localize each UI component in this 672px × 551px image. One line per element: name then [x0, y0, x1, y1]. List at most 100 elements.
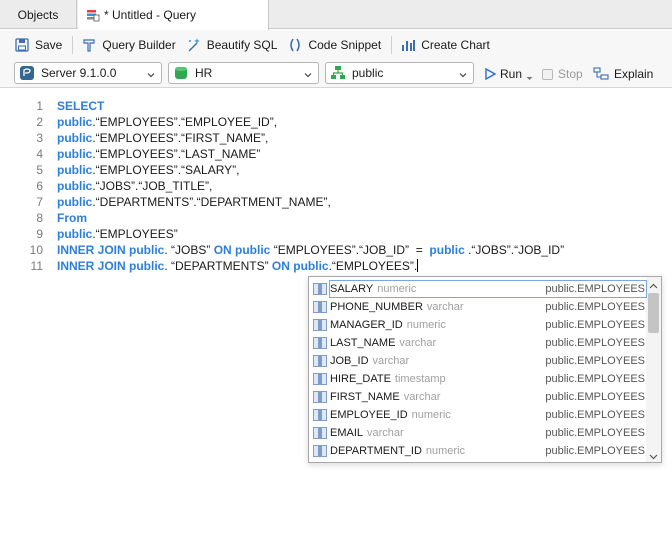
column-table: public.EMPLOYEES — [545, 337, 645, 349]
column-type: varchar — [403, 391, 441, 403]
sql-text: .“EMPLOYEES”.“EMPLOYEE_ID”, — [92, 115, 278, 129]
code-text: public.“EMPLOYEES”.“FIRST_NAME”, — [57, 131, 268, 145]
code-text: public.“JOBS”.“JOB_TITLE”, — [57, 179, 212, 193]
run-button[interactable]: Run — [484, 63, 533, 85]
parentheses-icon — [287, 37, 303, 53]
sql-text: .“EMPLOYEES”.“SALARY”, — [92, 163, 240, 177]
column-name-text: FIRST_NAME — [330, 391, 400, 403]
database-select[interactable]: HR — [168, 62, 319, 84]
autocomplete-scrollbar[interactable] — [646, 277, 661, 462]
column-name-text: JOB_ID — [330, 355, 369, 367]
create-chart-button[interactable]: Create Chart — [400, 33, 490, 57]
column-name: EMPLOYEE_ID numeric — [330, 409, 451, 421]
column-icon — [313, 409, 327, 421]
autocomplete-item[interactable]: EMPLOYEE_ID numeric public.EMPLOYEES — [309, 406, 647, 424]
tab-objects[interactable]: Objects — [0, 0, 77, 29]
autocomplete-item[interactable]: FIRST_NAME varchar public.EMPLOYEES — [309, 388, 647, 406]
column-type: numeric — [377, 283, 417, 295]
sql-text: .“JOBS”.“JOB_ID” — [464, 243, 565, 257]
column-icon — [313, 301, 327, 313]
beautify-sql-label: Beautify SQL — [206, 38, 278, 52]
code-text: public.“EMPLOYEES” — [57, 227, 178, 241]
sql-keyword: public — [57, 115, 93, 129]
explain-button[interactable]: Explain — [593, 63, 653, 85]
autocomplete-item[interactable]: PHONE_NUMBER varchar public.EMPLOYEES — [309, 298, 647, 316]
stop-checkbox-icon — [542, 68, 553, 80]
code-line[interactable]: 3 public.“EMPLOYEES”.“FIRST_NAME”, — [0, 131, 672, 147]
play-icon — [484, 67, 497, 81]
code-text: public.“EMPLOYEES”.“LAST_NAME” — [57, 147, 260, 161]
scroll-thumb[interactable] — [648, 293, 659, 333]
sql-text: .“EMPLOYEES” — [92, 227, 178, 241]
column-icon — [313, 373, 327, 385]
sql-keyword: INNER JOIN public — [57, 243, 165, 257]
line-number: 5 — [36, 163, 43, 177]
column-type: numeric — [406, 319, 446, 331]
code-line[interactable]: 4 public.“EMPLOYEES”.“LAST_NAME” — [0, 147, 672, 163]
autocomplete-item[interactable]: LAST_NAME varchar public.EMPLOYEES — [309, 334, 647, 352]
scroll-up-icon[interactable] — [649, 280, 658, 289]
tab-objects-label: Objects — [17, 7, 59, 22]
column-icon — [313, 427, 327, 439]
column-type: numeric — [425, 445, 466, 457]
code-line[interactable]: 9 public.“EMPLOYEES” — [0, 227, 672, 243]
text-caret — [417, 259, 419, 272]
column-name: EMAIL varchar — [330, 427, 404, 439]
column-icon — [313, 391, 327, 403]
code-line[interactable]: 7 public.“DEPARTMENTS”.“DEPARTMENT_NAME”, — [0, 195, 672, 211]
code-text: public.“DEPARTMENTS”.“DEPARTMENT_NAME”, — [57, 195, 331, 209]
column-name: DEPARTMENT_ID numeric — [330, 445, 465, 457]
sql-keyword: public — [57, 147, 93, 161]
code-text: INNER JOIN public. “JOBS” ON public “EMP… — [57, 243, 564, 257]
code-line[interactable]: 1 SELECT — [0, 99, 672, 115]
autocomplete-item[interactable]: DEPARTMENT_ID numeric public.EMPLOYEES — [309, 442, 647, 460]
column-table: public.EMPLOYEES — [545, 283, 645, 295]
tab-query-label: * Untitled - Query — [104, 8, 197, 22]
column-name-text: HIRE_DATE — [330, 373, 391, 385]
code-line[interactable]: 2 public.“EMPLOYEES”.“EMPLOYEE_ID”, — [0, 115, 672, 131]
query-builder-icon — [81, 37, 97, 53]
tab-query[interactable]: * Untitled - Query — [78, 0, 269, 30]
scroll-down-icon[interactable] — [649, 450, 658, 460]
autocomplete-item[interactable]: SALARY numeric public.EMPLOYEES — [309, 280, 647, 298]
stop-button[interactable]: Stop — [542, 63, 583, 85]
schema-select[interactable]: public — [325, 62, 474, 84]
line-number: 11 — [30, 259, 43, 273]
line-number: 9 — [36, 227, 43, 241]
column-table: public.EMPLOYEES — [545, 427, 645, 439]
sql-keyword: ON public — [213, 243, 271, 257]
connection-bar: Server 9.1.0.0 HR public Run Stop Explai… — [0, 60, 672, 88]
server-select-value: Server 9.1.0.0 — [41, 66, 117, 80]
code-line[interactable]: 10 INNER JOIN public. “JOBS” ON public “E… — [0, 243, 672, 259]
sql-keyword: INNER JOIN public — [57, 259, 165, 273]
query-builder-button[interactable]: Query Builder — [81, 33, 176, 57]
create-chart-label: Create Chart — [421, 38, 490, 52]
code-line[interactable]: 8 From — [0, 211, 672, 227]
sql-keyword: ON public — [271, 259, 329, 273]
server-select[interactable]: Server 9.1.0.0 — [14, 62, 162, 84]
column-icon — [313, 355, 327, 367]
autocomplete-item[interactable]: JOB_ID varchar public.EMPLOYEES — [309, 352, 647, 370]
column-name-text: DEPARTMENT_ID — [330, 445, 422, 457]
autocomplete-item[interactable]: MANAGER_ID numeric public.EMPLOYEES — [309, 316, 647, 334]
sql-keyword: public — [57, 163, 93, 177]
code-text: From — [57, 211, 87, 225]
beautify-sql-button[interactable]: Beautify SQL — [186, 33, 278, 57]
code-line[interactable]: 6 public.“JOBS”.“JOB_TITLE”, — [0, 179, 672, 195]
chart-icon — [400, 37, 416, 53]
sql-text: . “JOBS” — [164, 243, 214, 257]
code-snippet-button[interactable]: Code Snippet — [287, 33, 381, 57]
line-number: 4 — [36, 147, 43, 161]
sql-keyword: public — [57, 131, 93, 145]
code-text: INNER JOIN public. “DEPARTMENTS” ON publ… — [57, 259, 419, 273]
sql-text: .“EMPLOYEES”. — [328, 259, 418, 273]
code-line[interactable]: 5 public.“EMPLOYEES”.“SALARY”, — [0, 163, 672, 179]
save-button[interactable]: Save — [14, 33, 62, 57]
column-name-text: PHONE_NUMBER — [330, 301, 423, 313]
schema-select-value: public — [352, 66, 384, 80]
autocomplete-item[interactable]: EMAIL varchar public.EMPLOYEES — [309, 424, 647, 442]
column-table: public.EMPLOYEES — [545, 445, 645, 457]
autocomplete-item[interactable]: HIRE_DATE timestamp public.EMPLOYEES — [309, 370, 647, 388]
code-line[interactable]: 11 INNER JOIN public. “DEPARTMENTS” ON pu… — [0, 259, 672, 275]
toolbar-divider — [391, 36, 393, 54]
